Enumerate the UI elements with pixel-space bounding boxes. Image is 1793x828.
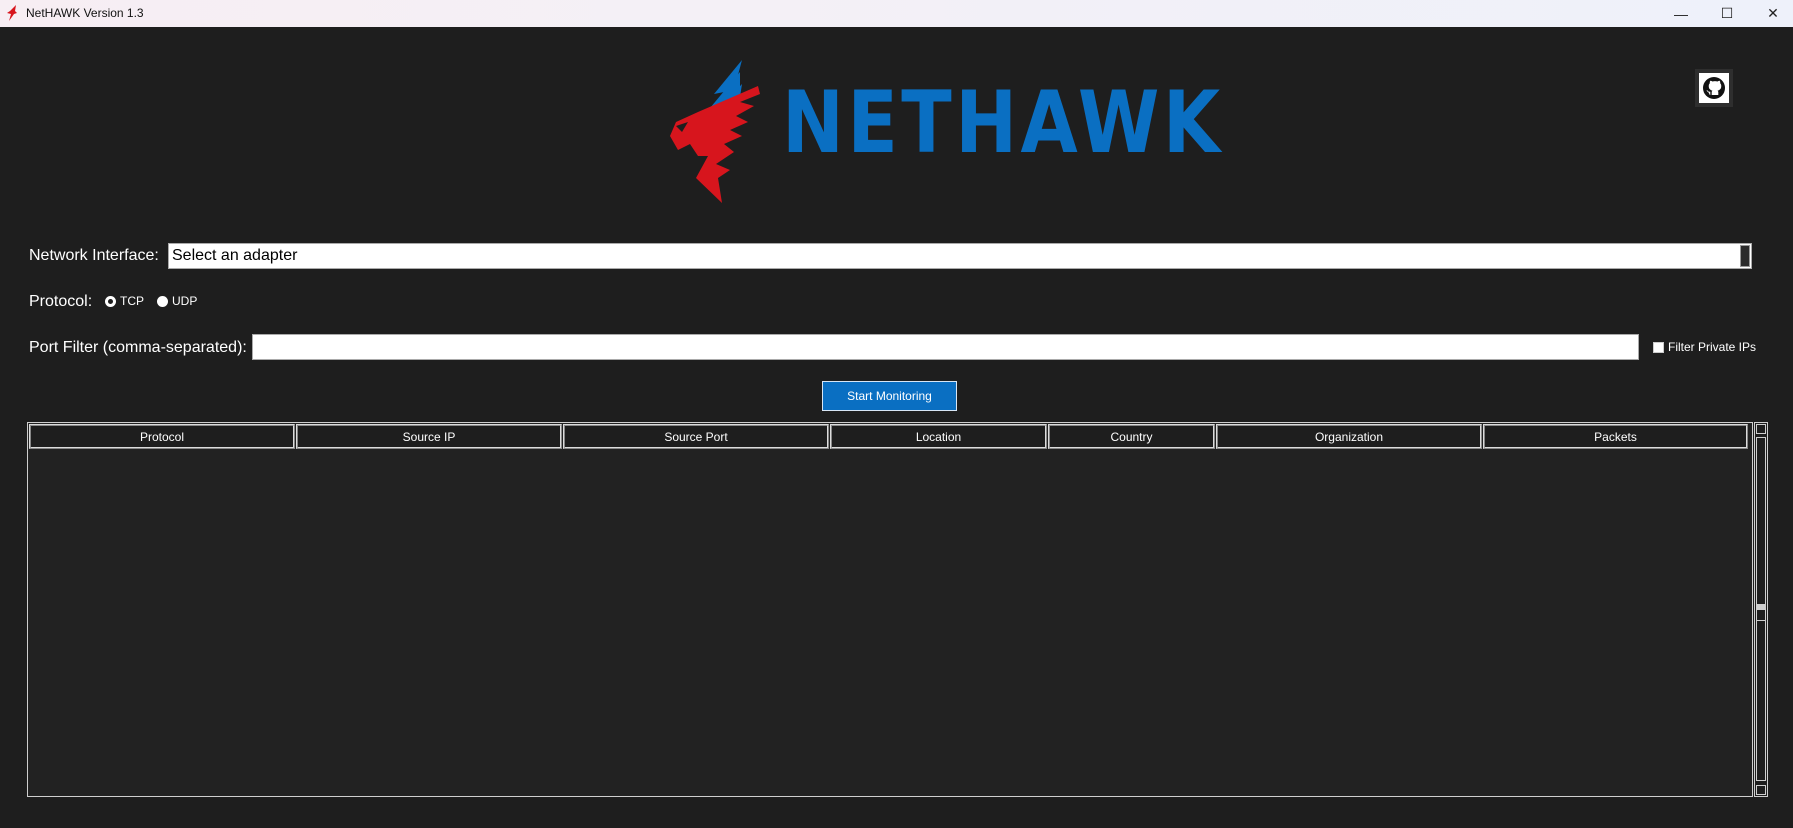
port-filter-input[interactable]: [252, 334, 1639, 360]
column-header-source-ip[interactable]: Source IP: [296, 424, 562, 449]
network-interface-value: Select an adapter: [172, 247, 298, 264]
maximize-button[interactable]: ☐: [1704, 0, 1750, 27]
scrollbar-trough-lower[interactable]: [1756, 607, 1766, 781]
dropdown-arrow-icon[interactable]: [1740, 245, 1750, 267]
protocol-tcp-label: TCP: [120, 294, 144, 308]
column-header-protocol[interactable]: Protocol: [29, 424, 295, 449]
app-hawk-icon: [7, 5, 17, 21]
close-icon: ✕: [1767, 5, 1779, 21]
protocol-udp-label: UDP: [172, 294, 198, 308]
start-monitoring-button[interactable]: Start Monitoring: [822, 381, 957, 411]
scroll-down-arrow-icon[interactable]: [1756, 785, 1766, 795]
nethawk-logo: NETHAWK: [668, 60, 1220, 203]
column-header-packets[interactable]: Packets: [1483, 424, 1748, 449]
maximize-icon: ☐: [1720, 5, 1734, 21]
table-scrollbar[interactable]: [1754, 422, 1768, 797]
checkbox-icon[interactable]: [1653, 341, 1664, 353]
window-titlebar: NetHAWK Version 1.3 — ☐ ✕: [0, 0, 1793, 27]
radio-unselected-icon[interactable]: [157, 295, 168, 307]
filter-private-ips-checkbox[interactable]: Filter Private IPs: [1653, 340, 1756, 354]
scroll-up-arrow-icon[interactable]: [1756, 424, 1766, 434]
github-icon: [1703, 77, 1725, 99]
github-icon-bg: [1699, 73, 1729, 103]
column-header-country[interactable]: Country: [1048, 424, 1215, 449]
protocol-label: Protocol:: [29, 293, 93, 310]
filter-private-ips-label: Filter Private IPs: [1668, 340, 1757, 354]
minimize-icon: —: [1674, 5, 1688, 22]
column-header-source-port[interactable]: Source Port: [563, 424, 829, 449]
scrollbar-trough-upper[interactable]: [1756, 437, 1766, 621]
connections-table: Protocol Source IP Source Port Location …: [27, 422, 1753, 797]
table-header: Protocol Source IP Source Port Location …: [29, 424, 1749, 449]
protocol-radio-udp[interactable]: UDP: [157, 294, 197, 308]
hawk-icon: [670, 60, 760, 203]
port-filter-label: Port Filter (comma-separated):: [29, 339, 247, 356]
close-button[interactable]: ✕: [1750, 0, 1793, 27]
network-interface-select[interactable]: Select an adapter: [168, 243, 1752, 269]
logo-wordmark: NETHAWK: [782, 73, 1224, 173]
radio-selected-icon[interactable]: [105, 295, 116, 307]
protocol-radio-tcp[interactable]: TCP: [105, 294, 144, 308]
window-title: NetHAWK Version 1.3: [26, 6, 144, 20]
minimize-button[interactable]: —: [1658, 0, 1704, 27]
column-header-location[interactable]: Location: [830, 424, 1047, 449]
column-header-organization[interactable]: Organization: [1216, 424, 1482, 449]
github-button[interactable]: [1695, 69, 1733, 107]
network-interface-label: Network Interface:: [29, 247, 159, 264]
